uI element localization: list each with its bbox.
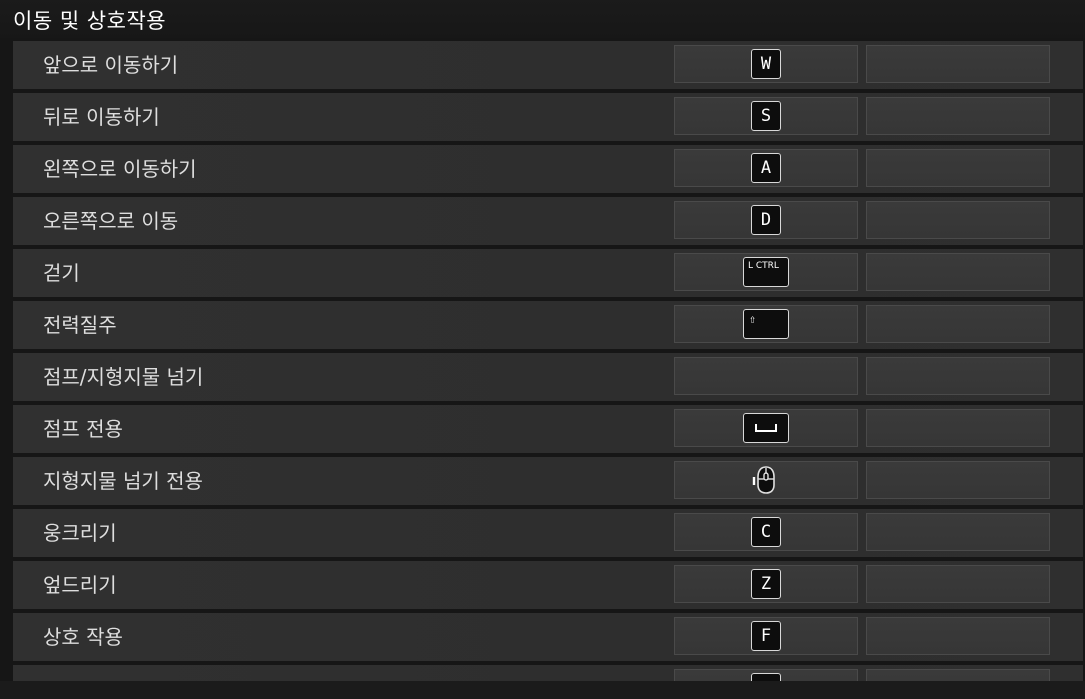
keycap: C <box>751 517 781 547</box>
keybind-row-jump-vault[interactable]: 점프/지형지물 넘기 <box>13 353 1083 401</box>
primary-binding-slot[interactable] <box>674 357 858 395</box>
secondary-binding-slot[interactable] <box>866 461 1050 499</box>
keybind-row-move-left[interactable]: 왼쪽으로 이동하기 A <box>13 145 1083 193</box>
primary-binding-slot[interactable]: L CTRL <box>674 253 858 291</box>
secondary-binding-slot[interactable] <box>866 45 1050 83</box>
keybind-label: 웅크리기 <box>43 521 117 545</box>
mouse-side-button-icon <box>752 466 775 494</box>
secondary-binding-slot[interactable] <box>866 149 1050 187</box>
section-title: 이동 및 상호작용 <box>13 9 167 33</box>
primary-binding-slot[interactable]: C <box>674 513 858 551</box>
secondary-binding-slot[interactable] <box>866 669 1050 681</box>
keybind-label: 뒤로 이동하기 <box>43 105 160 129</box>
secondary-binding-slot[interactable] <box>866 513 1050 551</box>
keybind-row-partial[interactable] <box>13 665 1083 681</box>
section-header: 이동 및 상호작용 <box>0 0 1085 38</box>
keycap: S <box>751 101 781 131</box>
keycap: D <box>751 205 781 235</box>
keycap <box>751 673 781 681</box>
keybinding-list: 앞으로 이동하기 W 뒤로 이동하기 S 왼쪽으로 이동하기 A 오른쪽으로 이… <box>0 0 1085 681</box>
space-bar-icon <box>743 413 789 443</box>
secondary-binding-slot[interactable] <box>866 97 1050 135</box>
secondary-binding-slot[interactable] <box>866 305 1050 343</box>
keybind-row-move-forward[interactable]: 앞으로 이동하기 W <box>13 41 1083 89</box>
primary-binding-slot[interactable]: ⇧ <box>674 305 858 343</box>
primary-binding-slot[interactable] <box>674 669 858 681</box>
keycap: W <box>751 49 781 79</box>
keybind-label: 상호 작용 <box>43 625 123 649</box>
keybind-label: 왼쪽으로 이동하기 <box>43 157 197 181</box>
secondary-binding-slot[interactable] <box>866 253 1050 291</box>
primary-binding-slot[interactable] <box>674 461 858 499</box>
primary-binding-slot[interactable]: A <box>674 149 858 187</box>
keybind-row-vault-only[interactable]: 지형지물 넘기 전용 <box>13 457 1083 505</box>
primary-binding-slot[interactable]: W <box>674 45 858 83</box>
primary-binding-slot[interactable]: Z <box>674 565 858 603</box>
keybind-label: 오른쪽으로 이동 <box>43 209 179 233</box>
keycap: Z <box>751 569 781 599</box>
secondary-binding-slot[interactable] <box>866 565 1050 603</box>
secondary-binding-slot[interactable] <box>866 357 1050 395</box>
keycap-left-ctrl: L CTRL <box>743 257 789 287</box>
keybind-row-jump-only[interactable]: 점프 전용 <box>13 405 1083 453</box>
keybind-label: 앞으로 이동하기 <box>43 53 179 77</box>
keybindings-page: 앞으로 이동하기 W 뒤로 이동하기 S 왼쪽으로 이동하기 A 오른쪽으로 이… <box>0 0 1085 699</box>
keybind-label: 엎드리기 <box>43 573 117 597</box>
keybind-row-move-backward[interactable]: 뒤로 이동하기 S <box>13 93 1083 141</box>
keycap: A <box>751 153 781 183</box>
list-bottom-edge <box>0 681 1085 699</box>
keybind-label: 전력질주 <box>43 313 117 337</box>
keycap: F <box>751 621 781 651</box>
keycap-shift: ⇧ <box>743 309 789 339</box>
keybind-label: 점프/지형지물 넘기 <box>43 365 204 389</box>
secondary-binding-slot[interactable] <box>866 409 1050 447</box>
keybind-row-prone[interactable]: 엎드리기 Z <box>13 561 1083 609</box>
keybind-row-interact[interactable]: 상호 작용 F <box>13 613 1083 661</box>
keybind-row-move-right[interactable]: 오른쪽으로 이동 D <box>13 197 1083 245</box>
keybind-label: 걷기 <box>43 261 80 285</box>
primary-binding-slot[interactable]: F <box>674 617 858 655</box>
keybind-row-crouch[interactable]: 웅크리기 C <box>13 509 1083 557</box>
primary-binding-slot[interactable]: S <box>674 97 858 135</box>
keybind-label: 지형지물 넘기 전용 <box>43 469 203 493</box>
keybind-row-sprint[interactable]: 전력질주 ⇧ <box>13 301 1083 349</box>
secondary-binding-slot[interactable] <box>866 201 1050 239</box>
keybind-row-walk[interactable]: 걷기 L CTRL <box>13 249 1083 297</box>
keybind-label: 점프 전용 <box>43 417 123 441</box>
primary-binding-slot[interactable]: D <box>674 201 858 239</box>
secondary-binding-slot[interactable] <box>866 617 1050 655</box>
primary-binding-slot[interactable] <box>674 409 858 447</box>
